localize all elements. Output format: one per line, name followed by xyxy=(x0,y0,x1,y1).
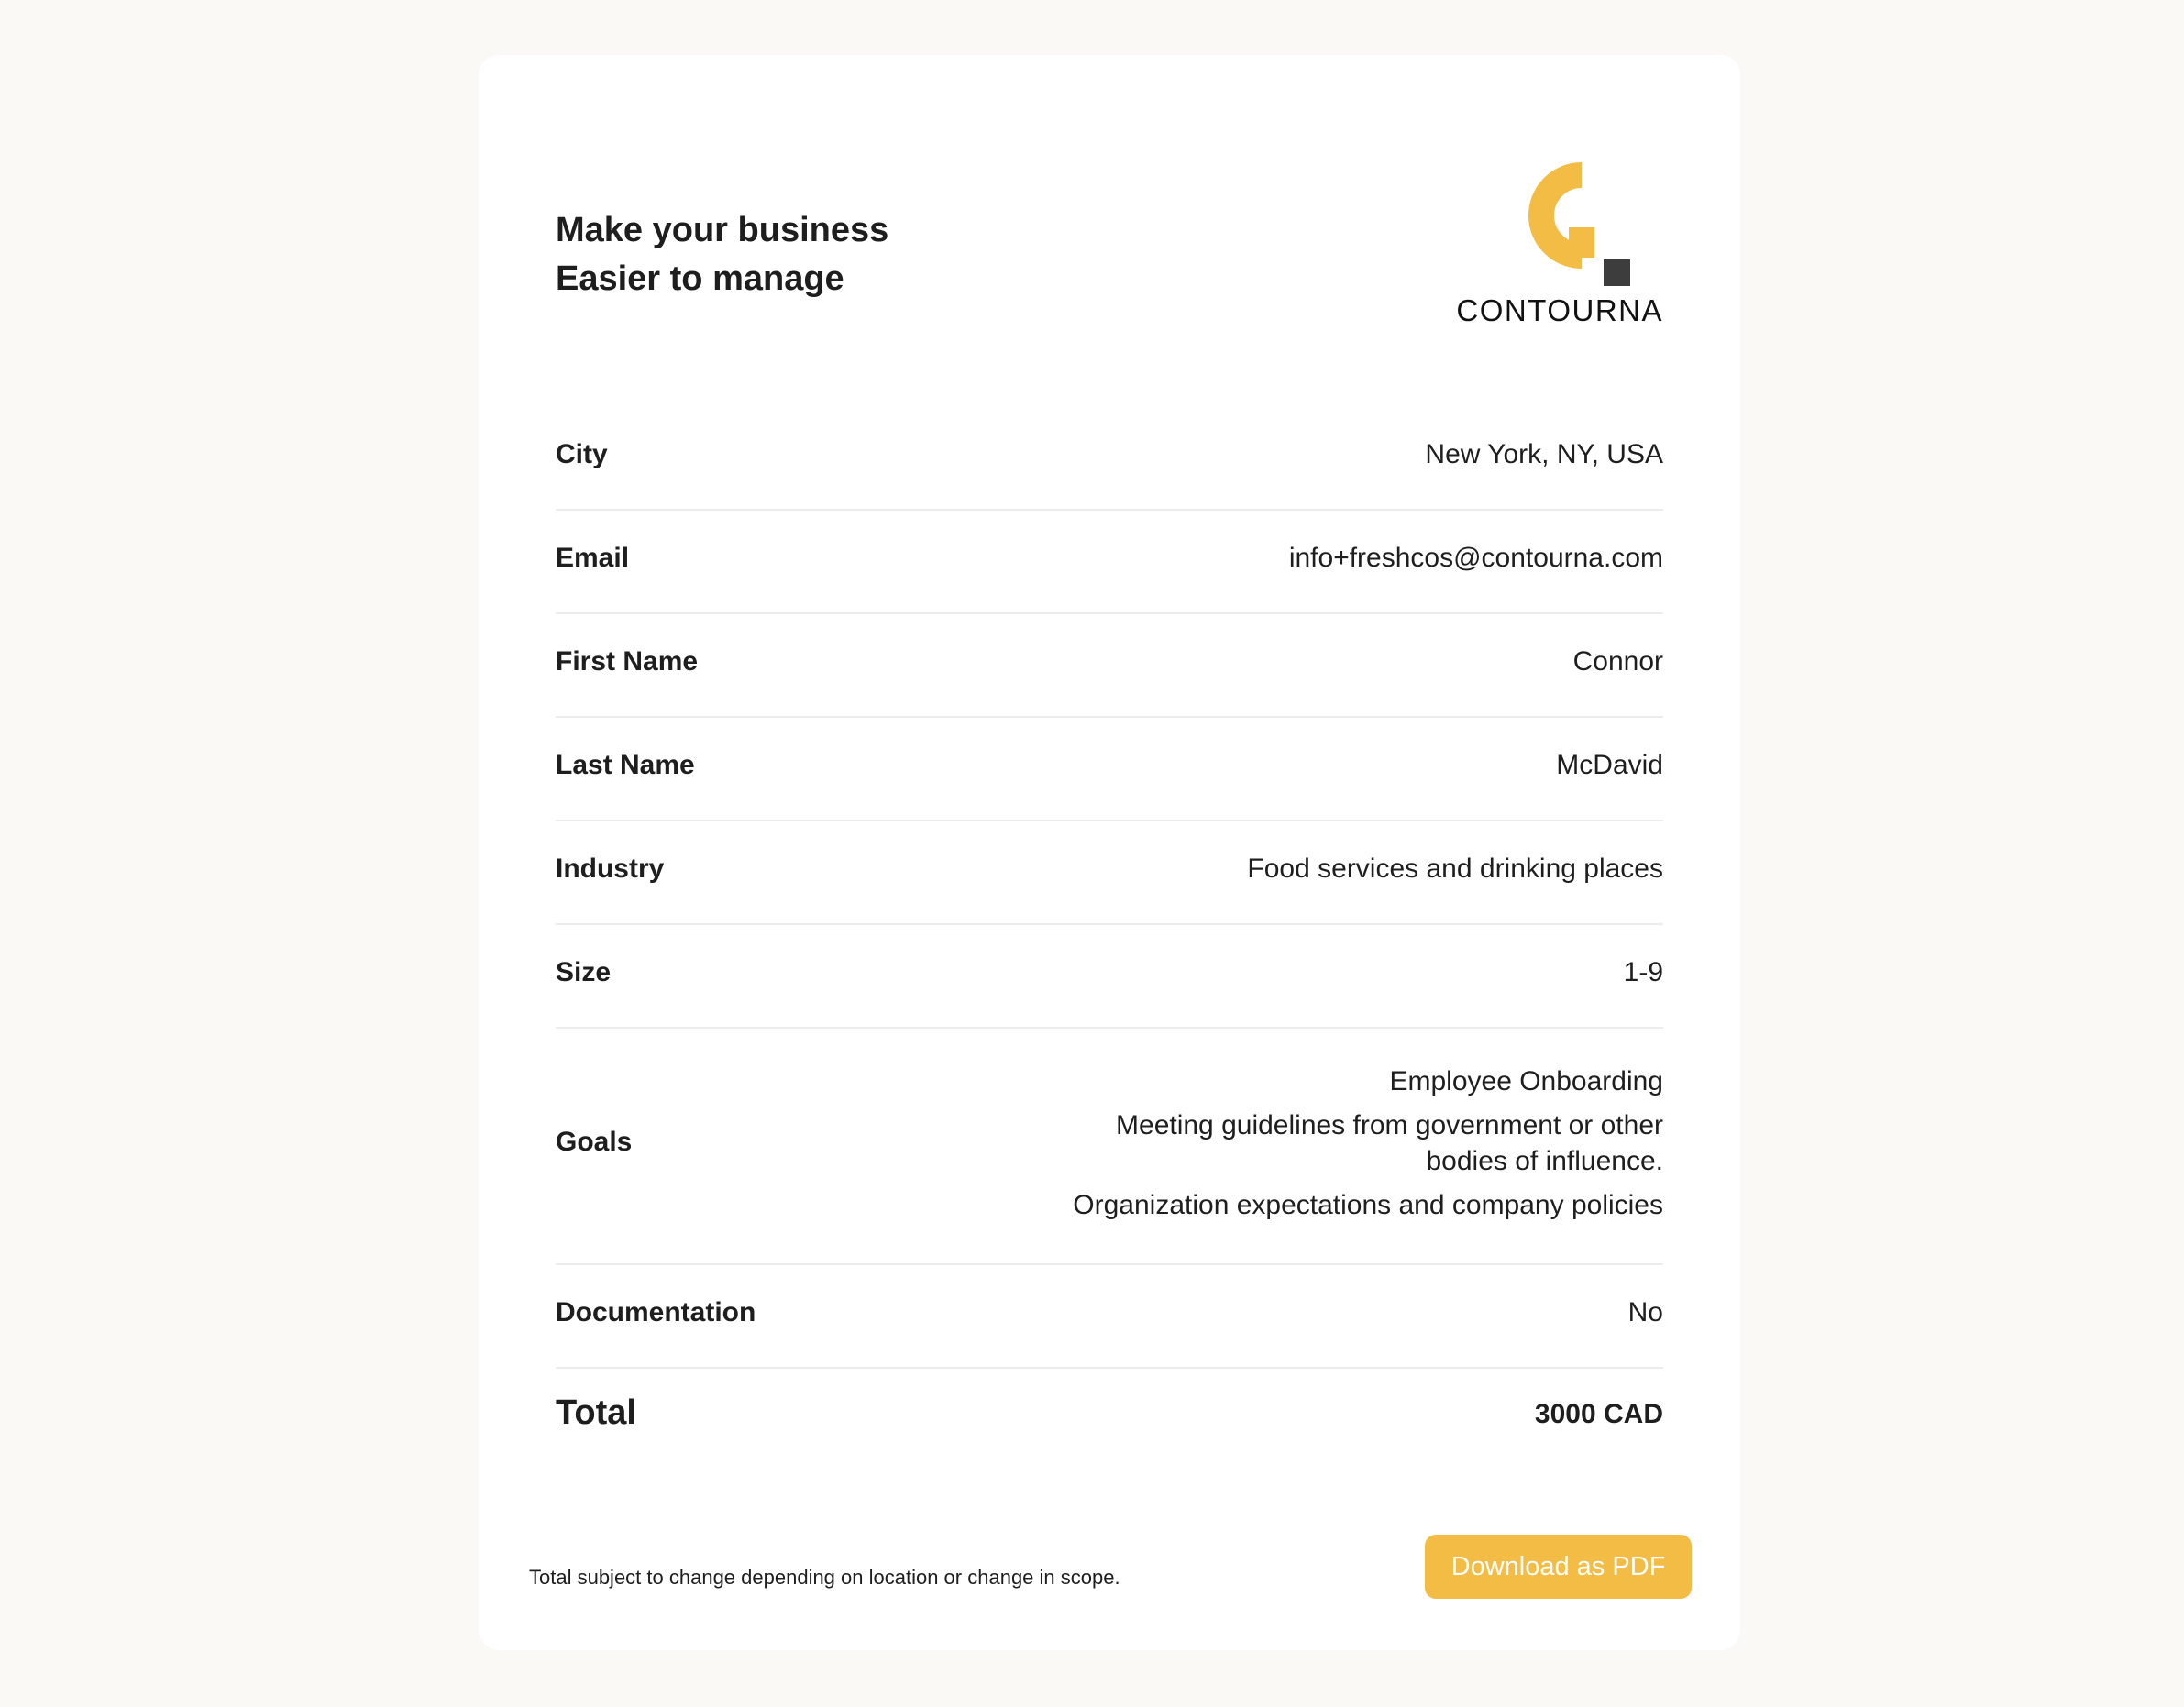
goal-item: Organization expectations and company po… xyxy=(1073,1190,1663,1220)
first-name-value: Connor xyxy=(1572,645,1663,677)
detail-row-last-name: Last Name McDavid xyxy=(556,718,1663,821)
email-value: info+freshcos@contourna.com xyxy=(1288,542,1663,573)
goal-item: Meeting guidelines from government or ot… xyxy=(1116,1110,1663,1176)
headline-line-2: Easier to manage xyxy=(556,259,844,298)
card-header: Make your business Easier to manage CONT… xyxy=(556,128,1663,348)
contourna-logo-icon xyxy=(1528,162,1630,286)
email-label: Email xyxy=(556,542,630,573)
detail-row-size: Size 1-9 xyxy=(556,925,1663,1029)
quote-card: Make your business Easier to manage CONT… xyxy=(479,55,1740,1650)
total-section: Total 3000 CAD xyxy=(556,1393,1663,1467)
goals-list: Employee Onboarding Meeting guidelines f… xyxy=(1058,1063,1663,1231)
page-title: Make your business Easier to manage xyxy=(556,206,888,303)
size-value: 1-9 xyxy=(1623,956,1663,987)
city-value: New York, NY, USA xyxy=(1425,438,1663,469)
contourna-logo: CONTOURNA xyxy=(1456,128,1663,330)
first-name-label: First Name xyxy=(556,645,699,677)
last-name-value: McDavid xyxy=(1556,749,1663,780)
headline-line-1: Make your business xyxy=(556,211,889,249)
total-label: Total xyxy=(556,1393,636,1432)
last-name-label: Last Name xyxy=(556,749,695,780)
details-list: City New York, NY, USA Email info+freshc… xyxy=(556,407,1663,1369)
industry-label: Industry xyxy=(556,853,665,884)
detail-row-email: Email info+freshcos@contourna.com xyxy=(556,511,1663,614)
detail-row-first-name: First Name Connor xyxy=(556,614,1663,718)
documentation-value: No xyxy=(1627,1296,1663,1327)
documentation-label: Documentation xyxy=(556,1296,756,1327)
download-pdf-button[interactable]: Download as PDF xyxy=(1425,1535,1692,1599)
detail-row-goals: Goals Employee Onboarding Meeting guidel… xyxy=(556,1029,1663,1265)
detail-row-city: City New York, NY, USA xyxy=(556,407,1663,511)
total-disclaimer: Total subject to change depending on loc… xyxy=(529,1566,1120,1589)
city-label: City xyxy=(556,438,608,469)
goal-item: Employee Onboarding xyxy=(1389,1066,1663,1096)
detail-row-industry: Industry Food services and drinking plac… xyxy=(556,821,1663,925)
size-label: Size xyxy=(556,956,612,987)
logo-wordmark: CONTOURNA xyxy=(1456,293,1663,327)
total-value: 3000 CAD xyxy=(1534,1399,1663,1429)
goals-label: Goals xyxy=(556,1127,633,1157)
industry-value: Food services and drinking places xyxy=(1247,853,1663,884)
detail-row-documentation: Documentation No xyxy=(556,1265,1663,1369)
